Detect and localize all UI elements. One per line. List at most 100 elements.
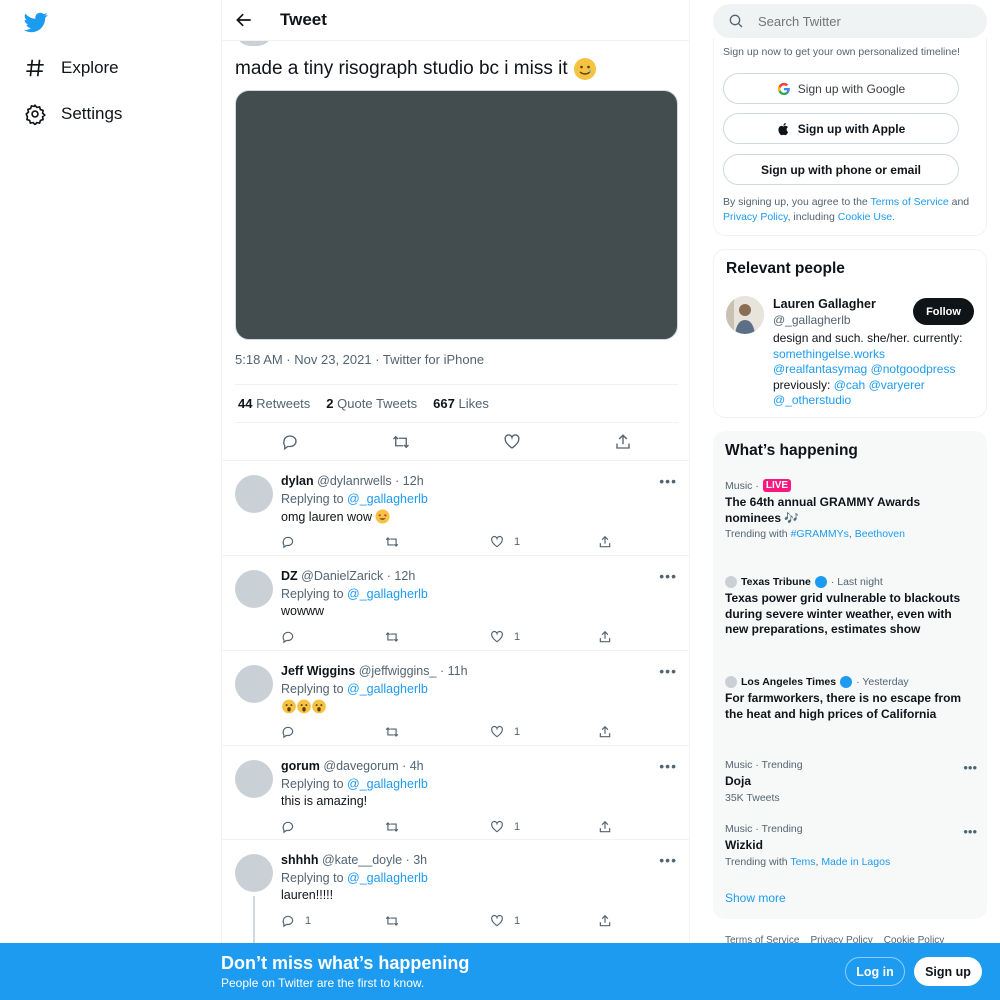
- share-button[interactable]: [598, 725, 622, 739]
- bio-link[interactable]: @varyerer: [869, 378, 925, 392]
- retweet-button[interactable]: [385, 725, 409, 739]
- replying-to-link[interactable]: @_gallagherlb: [347, 777, 428, 791]
- avatar[interactable]: [235, 760, 273, 798]
- signup-phone-button[interactable]: Sign up with phone or email: [723, 154, 959, 185]
- signup-apple-button[interactable]: Sign up with Apple: [723, 113, 959, 144]
- reply-author-name[interactable]: shhhh: [281, 853, 319, 867]
- reply-item[interactable]: gorum @davegorum · 4h ••• Replying to @_…: [222, 745, 689, 840]
- reply-author-handle[interactable]: @kate__doyle: [322, 853, 402, 867]
- trend-link[interactable]: Made in Lagos: [821, 856, 890, 868]
- retweet-icon[interactable]: [392, 433, 410, 451]
- news-item[interactable]: Los Angeles Times · Yesterday For farmwor…: [725, 676, 965, 722]
- show-more-link[interactable]: Show more: [725, 891, 786, 905]
- replying-to-link[interactable]: @_gallagherlb: [347, 587, 428, 601]
- reply-time[interactable]: · 11h: [440, 664, 468, 678]
- replying-to-link[interactable]: @_gallagherlb: [347, 871, 428, 885]
- like-button[interactable]: 1: [490, 535, 520, 549]
- reply-author-name[interactable]: gorum: [281, 759, 320, 773]
- trend-link[interactable]: Beethoven: [855, 528, 905, 540]
- reply-button[interactable]: [281, 725, 305, 739]
- retweets-stat[interactable]: 44 Retweets: [238, 396, 310, 411]
- retweet-button[interactable]: [385, 820, 409, 834]
- trend-item[interactable]: Music · Trending Wizkid Trending with Te…: [725, 823, 965, 869]
- relevant-name[interactable]: Lauren Gallagher: [773, 297, 876, 311]
- more-icon[interactable]: •••: [963, 760, 977, 775]
- search-box[interactable]: [713, 4, 987, 38]
- retweet-button[interactable]: [385, 535, 409, 549]
- tweet-timestamp[interactable]: 5:18 AM · Nov 23, 2021 · Twitter for iPh…: [235, 352, 484, 367]
- reply-button[interactable]: 1: [281, 914, 311, 928]
- bio-link[interactable]: @realfantasymag: [773, 362, 867, 376]
- signup-google-button[interactable]: Sign up with Google: [723, 73, 959, 104]
- reply-item[interactable]: DZ @DanielZarick · 12h ••• Replying to @…: [222, 555, 689, 650]
- trend-link[interactable]: Tems: [790, 856, 815, 868]
- avatar[interactable]: [235, 475, 273, 513]
- share-icon[interactable]: [614, 433, 632, 451]
- reply-item[interactable]: Jeff Wiggins @jeffwiggins_ · 11h ••• Rep…: [222, 650, 689, 745]
- trend-link[interactable]: #GRAMMYs: [791, 528, 849, 540]
- follow-button[interactable]: Follow: [913, 298, 974, 325]
- reply-button[interactable]: [281, 820, 305, 834]
- replying-to-link[interactable]: @_gallagherlb: [347, 682, 428, 696]
- quote-tweets-stat[interactable]: 2 Quote Tweets: [326, 396, 417, 411]
- reply-button[interactable]: [281, 535, 305, 549]
- bio-link[interactable]: @_otherstudio: [773, 393, 851, 407]
- reply-author-handle[interactable]: @DanielZarick: [301, 569, 383, 583]
- reply-time[interactable]: · 12h: [387, 569, 416, 583]
- search-input[interactable]: [758, 13, 958, 29]
- reply-author-handle[interactable]: @jeffwiggins_: [359, 664, 437, 678]
- share-button[interactable]: [598, 820, 622, 834]
- reply-author-name[interactable]: dylan: [281, 474, 314, 488]
- replying-to-link[interactable]: @_gallagherlb: [347, 492, 428, 506]
- retweet-button[interactable]: [385, 914, 409, 928]
- back-arrow-icon[interactable]: [234, 10, 254, 30]
- like-button[interactable]: 1: [490, 630, 520, 644]
- like-button[interactable]: 1: [490, 820, 520, 834]
- trend-item[interactable]: Music · LIVE The 64th annual GRAMMY Award…: [725, 479, 965, 541]
- twitter-logo-icon[interactable]: [24, 10, 48, 34]
- more-icon[interactable]: •••: [659, 758, 677, 774]
- bio-link[interactable]: somethingelse.works: [773, 347, 885, 361]
- share-button[interactable]: [598, 630, 622, 644]
- reply-author-handle[interactable]: @davegorum: [323, 759, 398, 773]
- avatar[interactable]: [235, 665, 273, 703]
- cookie-link[interactable]: Cookie Use.: [838, 211, 895, 223]
- more-icon[interactable]: •••: [963, 824, 977, 839]
- reply-time[interactable]: · 3h: [406, 853, 428, 867]
- login-button[interactable]: Log in: [845, 957, 905, 986]
- like-icon[interactable]: [503, 433, 521, 451]
- likes-stat[interactable]: 667 Likes: [433, 396, 489, 411]
- nav-settings[interactable]: Settings: [24, 99, 122, 129]
- avatar[interactable]: [235, 570, 273, 608]
- reply-item[interactable]: shhhh @kate__doyle · 3h ••• Replying to …: [222, 839, 689, 946]
- more-icon[interactable]: •••: [659, 568, 677, 584]
- like-button[interactable]: 1: [490, 725, 520, 739]
- reply-time[interactable]: · 4h: [402, 759, 424, 773]
- privacy-link[interactable]: Privacy Policy: [723, 211, 788, 223]
- relevant-handle[interactable]: @_gallagherlb: [773, 313, 851, 327]
- like-button[interactable]: 1: [490, 914, 520, 928]
- reply-author-handle[interactable]: @dylanrwells: [317, 474, 392, 488]
- nav-explore[interactable]: Explore: [24, 53, 119, 83]
- share-button[interactable]: [598, 535, 622, 549]
- more-icon[interactable]: •••: [659, 473, 677, 489]
- tweet-media[interactable]: [235, 90, 678, 340]
- bio-link[interactable]: @cah: [834, 378, 866, 392]
- reply-author-name[interactable]: Jeff Wiggins: [281, 664, 355, 678]
- signup-button[interactable]: Sign up: [914, 957, 982, 986]
- reply-icon[interactable]: [281, 433, 299, 451]
- share-button[interactable]: [598, 914, 622, 928]
- retweet-button[interactable]: [385, 630, 409, 644]
- reply-button[interactable]: [281, 630, 305, 644]
- news-item[interactable]: Texas Tribune · Last night Texas power gr…: [725, 576, 965, 638]
- reply-time[interactable]: · 12h: [395, 474, 424, 488]
- reply-item[interactable]: dylan @dylanrwells · 12h ••• Replying to…: [222, 460, 689, 555]
- more-icon[interactable]: •••: [659, 852, 677, 868]
- more-icon[interactable]: •••: [659, 663, 677, 679]
- trend-item[interactable]: Music · Trending Doja 35K Tweets: [725, 759, 965, 805]
- reply-author-name[interactable]: DZ: [281, 569, 298, 583]
- tos-link[interactable]: Terms of Service: [871, 196, 949, 208]
- avatar[interactable]: [235, 854, 273, 892]
- bio-link[interactable]: @notgoodpress: [871, 362, 956, 376]
- avatar[interactable]: [726, 296, 764, 334]
